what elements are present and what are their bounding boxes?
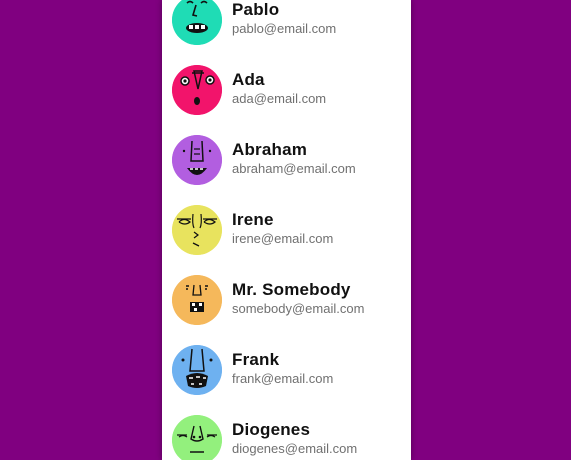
contact-email: irene@email.com (232, 231, 334, 246)
contact-list-panel[interactable]: Pablo pablo@email.com Ada ada@email.com (162, 0, 411, 460)
irene-face-icon (172, 205, 222, 255)
contact-item-ada[interactable]: Ada ada@email.com (162, 50, 411, 120)
contact-item-mr-somebody[interactable]: Mr. Somebody somebody@email.com (162, 260, 411, 330)
contact-name: Pablo (232, 0, 280, 19)
contact-name: Ada (232, 70, 265, 89)
frank-face-icon (172, 345, 222, 395)
frank-avatar (172, 345, 222, 395)
abraham-face-icon (172, 135, 222, 185)
contact-item-frank[interactable]: Frank frank@email.com (162, 330, 411, 400)
contact-name: Mr. Somebody (232, 280, 351, 299)
contact-list: Pablo pablo@email.com Ada ada@email.com (162, 0, 411, 460)
ada-avatar (172, 65, 222, 115)
pablo-avatar (172, 0, 222, 45)
diogenes-face-icon (172, 415, 222, 460)
contact-name: Irene (232, 210, 274, 229)
contact-email: frank@email.com (232, 371, 334, 386)
contact-email: ada@email.com (232, 91, 327, 106)
somebody-avatar (172, 275, 222, 325)
contact-item-pablo[interactable]: Pablo pablo@email.com (162, 0, 411, 50)
abraham-avatar (172, 135, 222, 185)
contact-name: Abraham (232, 140, 308, 159)
ada-face-icon (172, 65, 222, 115)
contact-item-abraham[interactable]: Abraham abraham@email.com (162, 120, 411, 190)
contact-email: abraham@email.com (232, 161, 356, 176)
contact-item-irene[interactable]: Irene irene@email.com (162, 190, 411, 260)
contact-name: Diogenes (232, 420, 311, 439)
contact-email: somebody@email.com (232, 301, 365, 316)
contact-name: Frank (232, 350, 280, 369)
diogenes-avatar (172, 415, 222, 460)
contact-email: diogenes@email.com (232, 441, 358, 456)
contact-email: pablo@email.com (232, 21, 337, 36)
contact-item-diogenes[interactable]: Diogenes diogenes@email.com (162, 400, 411, 460)
irene-avatar (172, 205, 222, 255)
somebody-face-icon (172, 275, 222, 325)
pablo-face-icon (172, 0, 222, 45)
